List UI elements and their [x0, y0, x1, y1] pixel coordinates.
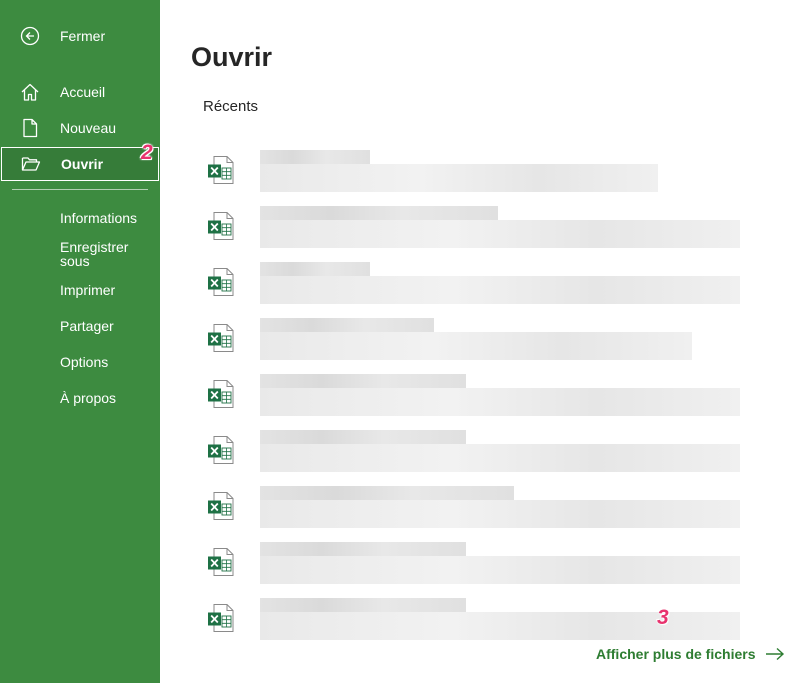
step-3-annotation: 3: [657, 606, 669, 629]
recent-file-row[interactable]: [200, 150, 760, 206]
nav-info[interactable]: Informations: [0, 210, 160, 226]
backstage-sidebar: Fermer Accueil Nouveau Ouvrir 2 Informat…: [0, 0, 160, 683]
excel-file-icon: [208, 492, 234, 520]
recent-file-name: [260, 150, 370, 164]
recent-file-name: [260, 542, 466, 556]
recent-file-name: [260, 430, 466, 444]
recent-file-row[interactable]: [200, 486, 760, 542]
home-icon: [19, 81, 41, 103]
excel-file-icon: [208, 212, 234, 240]
close-button[interactable]: Fermer: [0, 24, 160, 48]
recent-file-row[interactable]: [200, 542, 760, 598]
back-arrow-icon: [19, 25, 41, 47]
recent-section-label: Récents: [203, 98, 259, 115]
excel-file-icon: [208, 548, 234, 576]
home-label: Accueil: [60, 84, 106, 100]
arrow-right-icon: [766, 647, 785, 661]
close-label: Fermer: [60, 28, 106, 44]
page-title: Ouvrir: [191, 42, 273, 72]
recent-file-name: [260, 374, 466, 388]
recent-file-path: [260, 220, 740, 248]
excel-file-icon: [208, 324, 234, 352]
recent-file-row[interactable]: [200, 374, 760, 430]
recent-file-name: [260, 486, 514, 500]
recent-file-path: [260, 276, 740, 304]
recent-file-name: [260, 318, 434, 332]
recent-file-path: [260, 500, 740, 528]
nav-share[interactable]: Partager: [0, 318, 160, 334]
recent-file-name: [260, 206, 498, 220]
nav-open[interactable]: Ouvrir: [1, 147, 159, 181]
excel-file-icon: [208, 380, 234, 408]
options-label: Options: [60, 354, 109, 370]
recent-file-row[interactable]: [200, 262, 760, 318]
nav-save-as[interactable]: Enregistrer sous: [0, 240, 160, 268]
excel-file-icon: [208, 436, 234, 464]
show-more-files-label: Afficher plus de fichiers: [596, 646, 756, 662]
nav-options[interactable]: Options: [0, 354, 160, 370]
new-label: Nouveau: [60, 120, 117, 136]
sidebar-divider: [12, 189, 148, 190]
print-label: Imprimer: [60, 282, 116, 298]
folder-open-icon: [20, 153, 42, 175]
recent-file-path: [260, 556, 740, 584]
about-label: À propos: [60, 390, 117, 406]
nav-print[interactable]: Imprimer: [0, 282, 160, 298]
excel-file-icon: [208, 268, 234, 296]
show-more-files-link[interactable]: Afficher plus de fichiers: [596, 646, 785, 662]
recent-file-row[interactable]: [200, 430, 760, 486]
recent-file-name: [260, 598, 466, 612]
recent-file-row[interactable]: [200, 318, 760, 374]
recent-file-path: [260, 388, 740, 416]
excel-file-icon: [208, 156, 234, 184]
nav-about[interactable]: À propos: [0, 390, 160, 406]
nav-home[interactable]: Accueil: [0, 80, 160, 104]
step-2-annotation: 2: [141, 141, 153, 164]
save-as-label-line2: sous: [60, 253, 90, 269]
open-label: Ouvrir: [61, 156, 104, 172]
share-label: Partager: [60, 318, 114, 334]
recent-file-path: [260, 332, 692, 360]
new-document-icon: [19, 117, 41, 139]
info-label: Informations: [60, 210, 138, 226]
recent-file-path: [260, 444, 740, 472]
excel-file-icon: [208, 604, 234, 632]
recent-file-row[interactable]: [200, 206, 760, 262]
recent-file-path: [260, 164, 658, 192]
nav-new[interactable]: Nouveau: [0, 116, 160, 140]
save-as-label: Enregistrer sous: [60, 240, 128, 268]
recent-file-name: [260, 262, 370, 276]
